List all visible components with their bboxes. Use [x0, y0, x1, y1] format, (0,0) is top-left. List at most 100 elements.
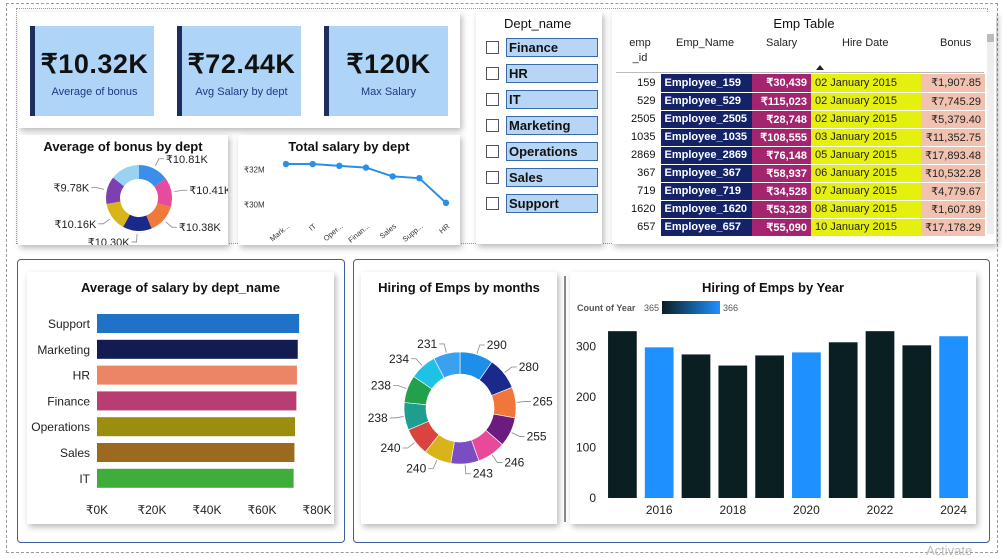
category-label: Support — [48, 317, 91, 331]
checkbox[interactable] — [486, 171, 499, 184]
header-divider — [616, 72, 984, 73]
y-tick-label: 100 — [576, 440, 596, 454]
avg-salary-card[interactable]: Average of salary by dept_name Support Ma… — [27, 272, 334, 524]
slice-label: ₹10.81K — [166, 154, 209, 166]
data-point[interactable] — [389, 173, 396, 180]
leader-line — [428, 459, 438, 469]
table-row[interactable]: 2869 Employee_2869 ₹76,148 05 January 2015 ₹… — [616, 146, 985, 165]
cell-emp-id: 2505 — [616, 110, 660, 129]
checkbox[interactable] — [486, 197, 499, 210]
cell-hire-date: 02 January 2015 — [811, 74, 921, 93]
table-row[interactable]: 367 Employee_367 ₹58,937 06 January 2015 ₹10… — [616, 164, 985, 183]
table-row[interactable]: 1620 Employee_1620 ₹53,328 08 January 2015 ₹… — [616, 200, 985, 219]
checkbox[interactable] — [486, 145, 499, 158]
kpi-label: Avg Salary by dept — [195, 86, 288, 98]
data-point[interactable] — [336, 162, 343, 170]
bar[interactable] — [97, 468, 294, 488]
legend-title: Count of Year — [577, 303, 636, 313]
bar[interactable] — [755, 355, 784, 498]
bar[interactable] — [828, 342, 858, 498]
data-point[interactable] — [309, 160, 316, 168]
checkbox[interactable] — [486, 67, 499, 80]
cell-emp-name: Employee_367 — [659, 164, 752, 183]
bar[interactable] — [97, 365, 297, 385]
cell-emp-id: 2869 — [616, 146, 660, 165]
checkbox[interactable] — [486, 41, 499, 54]
bar[interactable] — [97, 391, 297, 411]
watermark-text: Activate — [926, 543, 973, 558]
table-row[interactable]: 1035 Employee_1035 ₹108,555 03 January 2015… — [616, 128, 985, 147]
slicer-item-label: Support — [506, 194, 598, 213]
leader-line — [174, 189, 188, 193]
category-label: HR — [73, 369, 91, 383]
cell-salary: ₹30,439 — [752, 74, 811, 93]
bar[interactable] — [644, 347, 674, 498]
table-row[interactable]: 2505 Employee_2505 ₹28,748 02 January 2015 ₹… — [616, 110, 985, 129]
kpi-value: ₹10.32K — [40, 49, 149, 79]
bar[interactable] — [97, 443, 295, 462]
col-header-salary[interactable]: Salary — [766, 37, 797, 49]
total-salary-card[interactable]: Total salary by dept ₹32M ₹30M Mark... IT Op… — [238, 135, 460, 245]
bar[interactable] — [792, 352, 821, 498]
cell-salary: ₹28,748 — [752, 110, 811, 129]
cell-hire-date: 08 January 2015 — [811, 200, 921, 219]
leader-line — [165, 221, 177, 228]
bar[interactable] — [939, 336, 968, 498]
x-tick-label: Supp... — [401, 222, 425, 244]
emp-table-card[interactable]: Emp Table emp _id Emp_Name Salary Hire D… — [612, 12, 996, 244]
cell-bonus: ₹5,379.40 — [921, 110, 985, 129]
table-scrollbar[interactable] — [987, 34, 994, 234]
col-header-bonus[interactable]: Bonus — [940, 37, 971, 49]
data-point[interactable] — [362, 164, 370, 171]
category-label: IT — [79, 472, 90, 486]
kpi-avg-bonus[interactable]: ₹10.32K Average of bonus — [30, 26, 154, 116]
hiring-year-card[interactable]: Hiring of Emps by Year Count of Year 365 3… — [570, 272, 976, 524]
slice-label: 234 — [389, 352, 409, 366]
x-tick-label: HR — [437, 221, 452, 235]
table-row[interactable]: 529 Employee_529 ₹115,023 02 January 2015 ₹7… — [616, 92, 985, 111]
table-row[interactable]: 719 Employee_719 ₹34,528 07 January 2015 ₹4,… — [616, 182, 985, 201]
data-point[interactable] — [442, 199, 450, 207]
bar[interactable] — [718, 365, 748, 498]
table-row[interactable]: 657 Employee_657 ₹55,090 10 January 2015 ₹17… — [616, 218, 985, 237]
kpi-avg-salary[interactable]: ₹72.44K Avg Salary by dept — [177, 26, 301, 116]
table-row[interactable]: 159 Employee_159 ₹30,439 02 January 2015 ₹1,… — [616, 74, 985, 93]
slice-label: ₹9.78K — [54, 183, 90, 195]
col-header-emp-id[interactable]: emp _id — [625, 36, 655, 66]
checkbox[interactable] — [486, 93, 499, 106]
x-tick-label: 2016 — [646, 503, 673, 517]
cell-emp-id: 159 — [616, 74, 660, 93]
slice-label: ₹10.41K — [189, 185, 228, 197]
bar[interactable] — [97, 314, 300, 333]
bar[interactable] — [865, 331, 895, 498]
col-header-hire-date[interactable]: Hire Date — [842, 37, 888, 49]
cell-emp-name: Employee_159 — [659, 74, 752, 93]
hiring-months-card[interactable]: Hiring of Emps by months 290 280 265 255 246… — [361, 272, 557, 524]
cell-hire-date: 02 January 2015 — [811, 110, 921, 129]
slicer-item-label: Finance — [506, 38, 598, 57]
scrollbar-thumb[interactable] — [987, 34, 994, 42]
checkbox[interactable] — [486, 119, 499, 132]
cell-bonus: ₹10,532.28 — [921, 164, 985, 183]
bonus-by-dept-card[interactable]: Average of bonus by dept ₹10.81K ₹10.41K ₹… — [18, 135, 228, 245]
data-point[interactable] — [282, 160, 290, 168]
slicer-title: Dept_name — [504, 16, 572, 31]
data-point[interactable] — [416, 174, 423, 182]
leader-line — [511, 432, 525, 437]
sort-ascending-icon — [816, 65, 824, 70]
bar[interactable] — [681, 354, 711, 498]
legend-min: 365 — [644, 303, 659, 313]
kpi-max-salary[interactable]: ₹120K Max Salary — [324, 26, 448, 116]
x-tick-label: 2018 — [719, 503, 746, 517]
dept-slicer[interactable]: Dept_name Finance HR IT Marketing Operat… — [476, 12, 602, 244]
category-label: Finance — [47, 394, 90, 408]
cell-emp-name: Employee_2869 — [659, 146, 752, 165]
bar[interactable] — [97, 339, 298, 359]
slice-label: 238 — [371, 379, 391, 393]
bar[interactable] — [902, 345, 932, 498]
cell-emp-id: 367 — [616, 164, 660, 183]
col-header-name[interactable]: Emp_Name — [676, 37, 734, 49]
bonus-donut-chart: ₹10.81K ₹10.41K ₹10.38K ₹10.30K ₹10.16K ₹9.78… — [54, 154, 228, 245]
bar[interactable] — [97, 417, 295, 437]
bar[interactable] — [608, 331, 637, 498]
